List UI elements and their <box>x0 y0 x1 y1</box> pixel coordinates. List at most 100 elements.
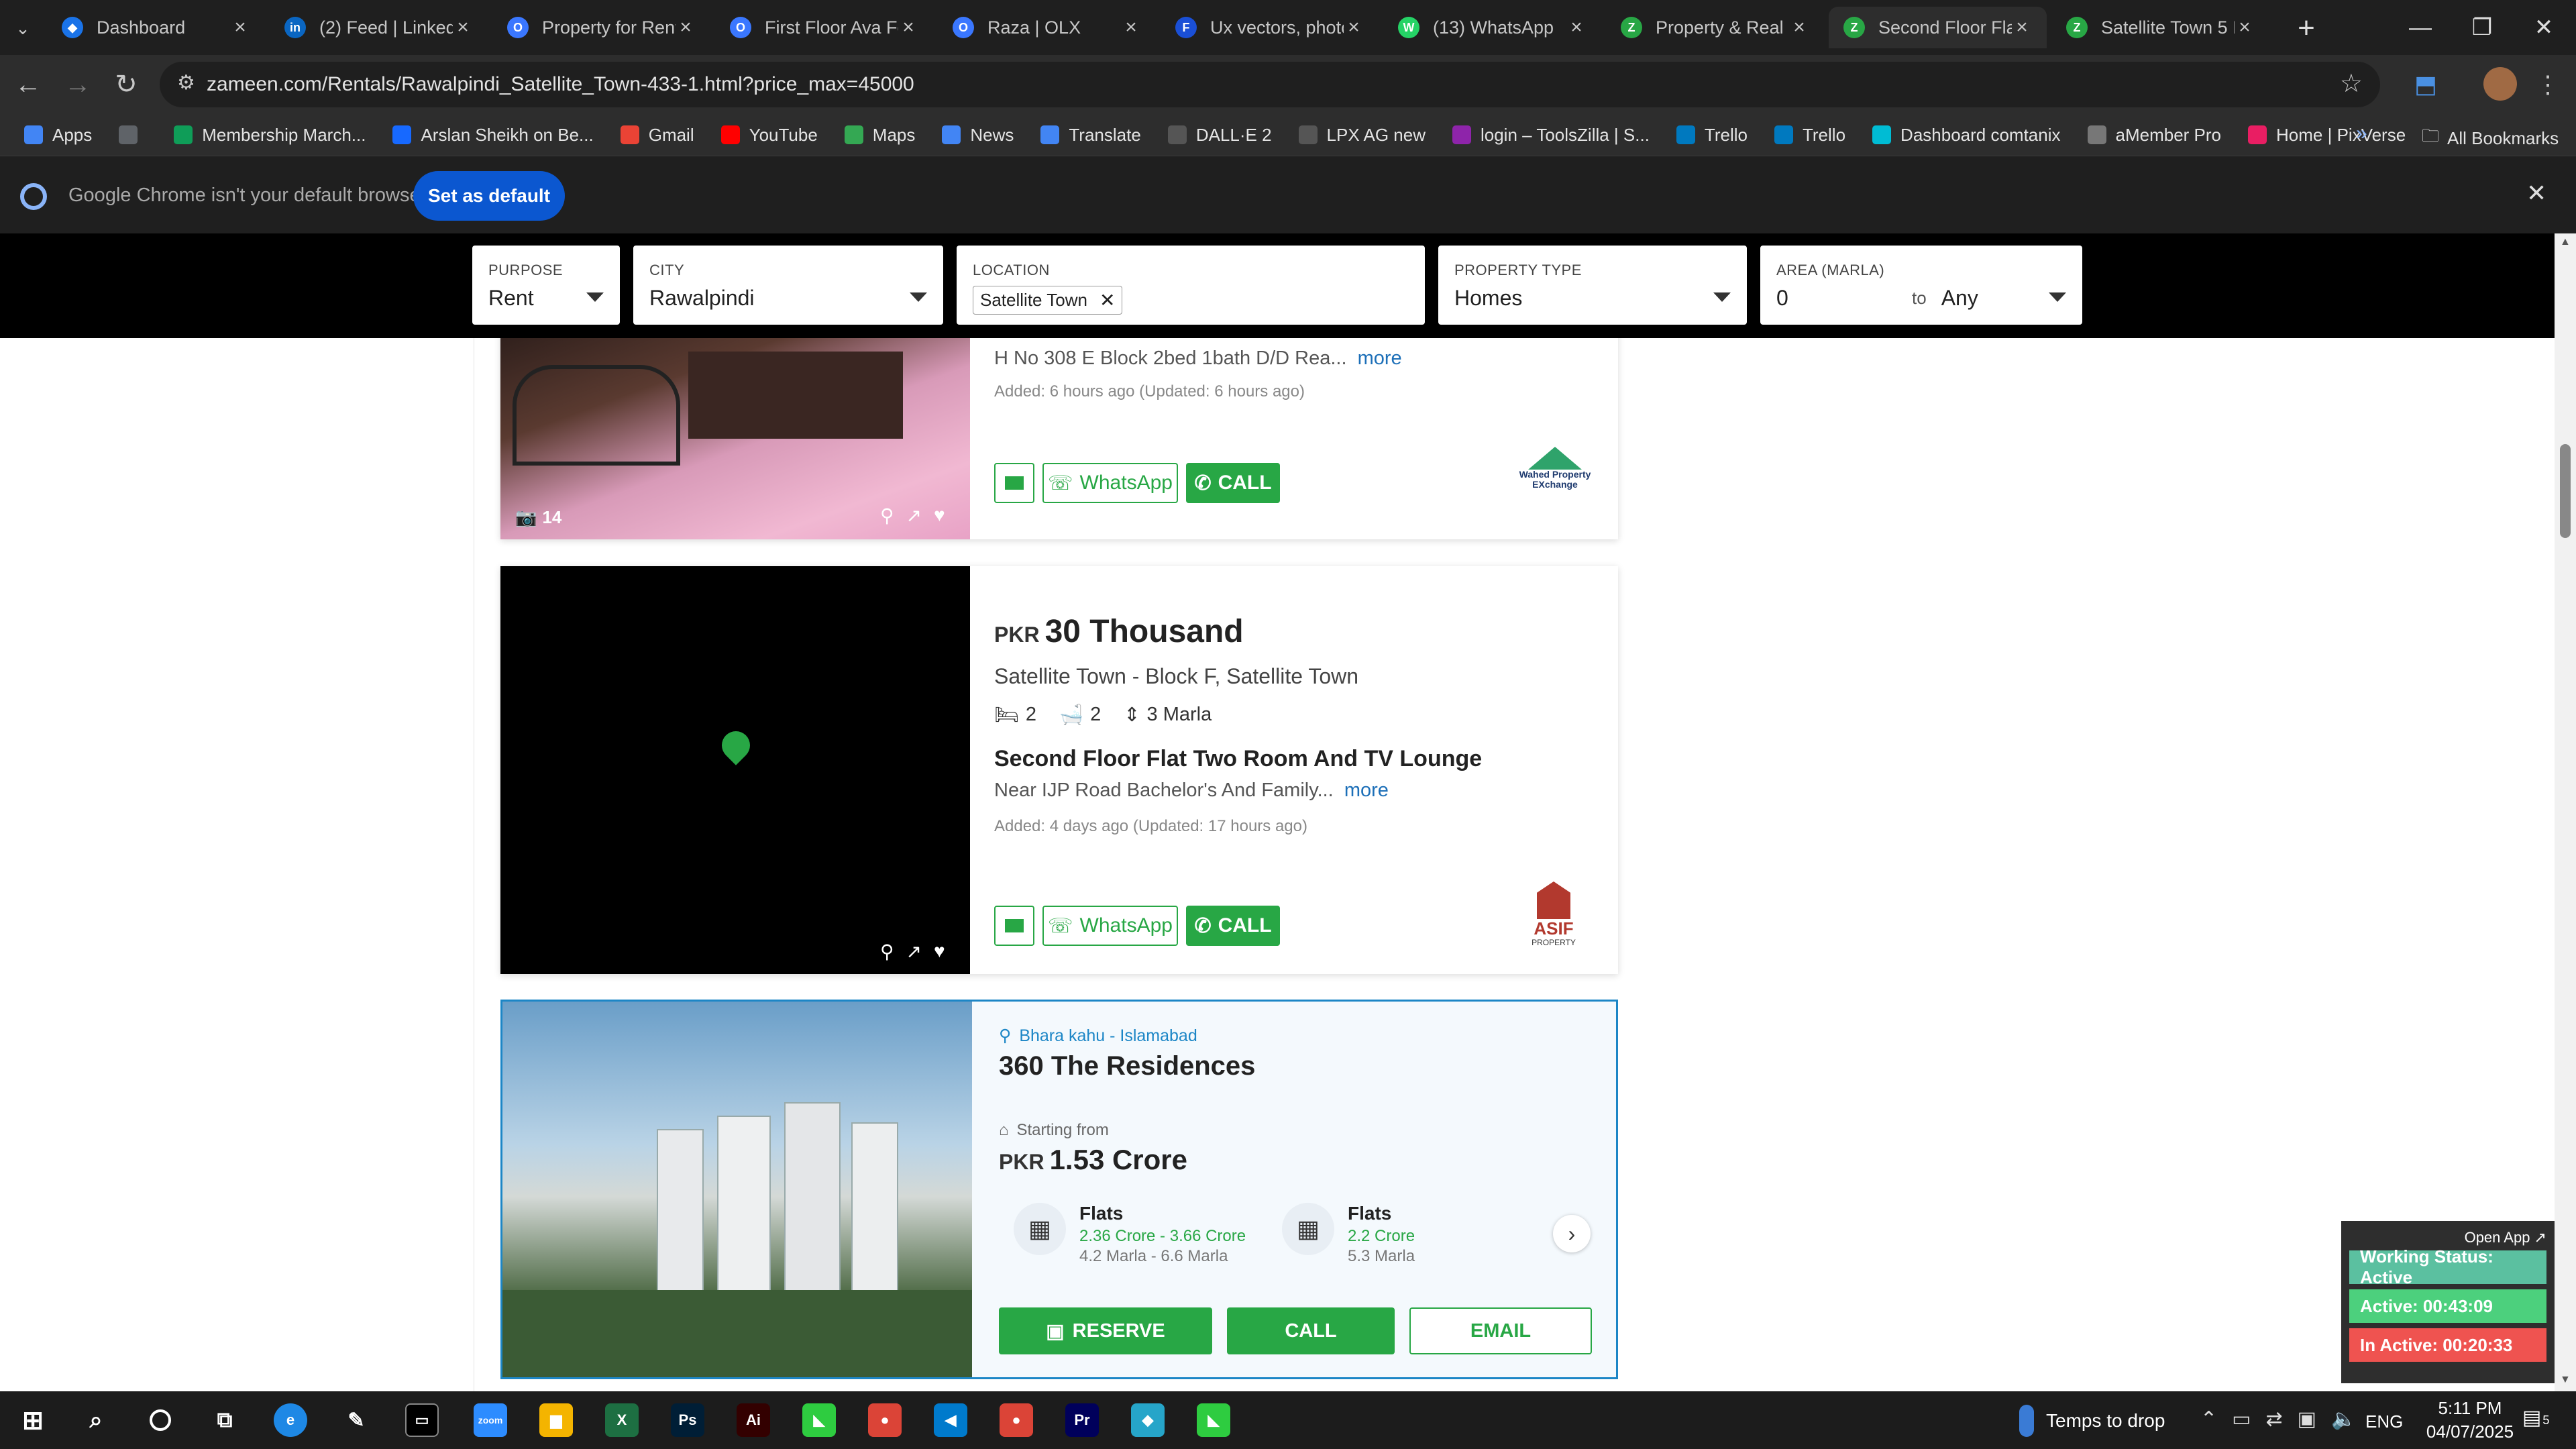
tab-close-icon[interactable]: × <box>1121 16 1141 39</box>
browser-tab[interactable]: O Property for Rent × <box>492 7 710 48</box>
tray-icons[interactable]: ⌃ ▭ ⇄ ▣ 🔈 <box>2200 1407 2356 1431</box>
task-view-icon[interactable]: ⧉ <box>208 1403 241 1437</box>
bookmark-item[interactable]: aMember Pro <box>2087 125 2221 146</box>
browser-tab[interactable]: Z Property & Real E × <box>1606 7 1824 48</box>
listing-photo[interactable] <box>500 566 970 974</box>
bookmark-item[interactable]: login – ToolsZilla | S... <box>1452 125 1650 146</box>
tab-close-icon[interactable]: × <box>898 16 918 39</box>
next-units-button[interactable]: › <box>1553 1215 1591 1252</box>
area-max-select[interactable]: Any <box>1941 286 1978 311</box>
photoshop-icon[interactable]: Ps <box>671 1403 704 1437</box>
set-default-button[interactable]: Set as default <box>413 171 565 221</box>
illustrator-icon[interactable]: Ai <box>737 1403 770 1437</box>
tab-close-icon[interactable]: × <box>1344 16 1364 39</box>
listing-title[interactable]: Second Floor Flat Two Room And TV Lounge <box>994 746 1482 772</box>
bookmark-item[interactable] <box>119 125 147 144</box>
property-type-select[interactable]: PROPERTY TYPE Homes <box>1438 246 1747 325</box>
more-link[interactable]: more <box>1358 347 1402 369</box>
unit-type[interactable]: ▦ Flats 2.2 Crore 5.3 Marla <box>1282 1203 1415 1266</box>
new-tab-button[interactable]: + <box>2288 9 2325 47</box>
notifications-icon[interactable]: ▤ 5 <box>2522 1406 2549 1430</box>
project-card[interactable]: ⚲ Bhara kahu - Islamabad 360 The Residen… <box>500 1000 1618 1379</box>
scroll-up-icon[interactable]: ▲ <box>2560 236 2571 248</box>
language-indicator[interactable]: ENG <box>2365 1411 2403 1432</box>
heart-icon[interactable]: ♥ <box>934 941 945 963</box>
bookmark-star-icon[interactable]: ☆ <box>2340 68 2363 99</box>
share-icon[interactable]: ↗ <box>906 504 922 527</box>
premiere-icon[interactable]: Pr <box>1065 1403 1099 1437</box>
tab-close-icon[interactable]: × <box>230 16 250 39</box>
site-info-icon[interactable]: ⚙ <box>177 71 195 95</box>
call-button[interactable]: ✆ CALL <box>1186 463 1280 503</box>
listing-card[interactable]: ⚲ ↗ ♥ PKR 30 Thousand Satellite Town - Bl… <box>500 566 1618 974</box>
location-input[interactable]: LOCATION Satellite Town ✕ <box>957 246 1425 325</box>
extensions-icon[interactable]: ⬒ <box>2407 66 2445 103</box>
project-name[interactable]: 360 The Residences <box>999 1051 1255 1081</box>
tab-close-icon[interactable]: × <box>453 16 473 39</box>
profile-avatar[interactable] <box>2483 67 2517 101</box>
browser-tab[interactable]: F Ux vectors, photo × <box>1161 7 1379 48</box>
browser-tab[interactable]: O Raza | OLX × <box>938 7 1156 48</box>
close-window-button[interactable]: ✕ <box>2513 0 2575 55</box>
bookmark-item[interactable]: LPX AG new <box>1298 125 1426 146</box>
email-button[interactable] <box>994 906 1034 946</box>
tab-close-icon[interactable]: × <box>1566 16 1587 39</box>
remove-chip-icon[interactable]: ✕ <box>1099 289 1115 311</box>
scroll-thumb[interactable] <box>2560 444 2571 538</box>
city-select[interactable]: CITY Rawalpindi <box>633 246 943 325</box>
clock[interactable]: 5:11 PM 04/07/2025 <box>2423 1398 2517 1442</box>
restore-button[interactable]: ❐ <box>2451 0 2513 55</box>
bookmark-item[interactable]: Dashboard comtanix <box>1872 125 2061 146</box>
tab-close-icon[interactable]: × <box>2012 16 2032 39</box>
more-bookmarks-icon[interactable]: » <box>2356 122 2367 145</box>
area-min-input[interactable]: 0 <box>1776 286 1897 311</box>
bookmark-item[interactable]: YouTube <box>720 125 818 146</box>
app-blue-icon[interactable]: ◆ <box>1131 1403 1165 1437</box>
chrome-active-icon[interactable]: ● <box>1000 1403 1033 1437</box>
tab-search-icon[interactable]: ⌄ <box>9 15 36 42</box>
reload-icon[interactable]: ↻ <box>107 66 145 103</box>
project-photo[interactable] <box>502 1002 972 1377</box>
app-green-icon[interactable]: ◣ <box>802 1403 836 1437</box>
project-email-button[interactable]: EMAIL <box>1409 1307 1592 1354</box>
map-pin-icon[interactable]: ⚲ <box>880 504 894 527</box>
purpose-select[interactable]: PURPOSE Rent <box>472 246 620 325</box>
bookmark-item[interactable]: Translate <box>1040 125 1141 146</box>
address-bar[interactable]: ⚙ zameen.com/Rentals/Rawalpindi_Satellit… <box>160 62 2380 107</box>
tab-close-icon[interactable]: × <box>676 16 696 39</box>
share-icon[interactable]: ↗ <box>906 941 922 963</box>
search-icon[interactable]: ⌕ <box>79 1403 113 1437</box>
unit-type[interactable]: ▦ Flats 2.36 Crore - 3.66 Crore 4.2 Marl… <box>1014 1203 1246 1266</box>
bookmark-item[interactable]: Trello <box>1676 125 1748 146</box>
browser-tab[interactable]: Z Satellite Town 5 M × <box>2051 7 2269 48</box>
minimize-button[interactable]: — <box>2390 0 2451 55</box>
bookmark-item[interactable]: Arslan Sheikh on Be... <box>392 125 594 146</box>
area-range[interactable]: AREA (MARLA) 0 to Any <box>1760 246 2082 325</box>
tab-close-icon[interactable]: × <box>2235 16 2255 39</box>
vscode-icon[interactable]: ◀ <box>934 1403 967 1437</box>
chevron-up-icon[interactable]: ⌃ <box>2200 1407 2217 1431</box>
edge-icon[interactable]: e <box>274 1403 307 1437</box>
email-button[interactable] <box>994 463 1034 503</box>
browser-tab[interactable]: Z Second Floor Flat × <box>1829 7 2047 48</box>
bookmark-item[interactable]: Maps <box>844 125 915 146</box>
whatsapp-button[interactable]: ☏ WhatsApp <box>1042 906 1178 946</box>
bookmark-item[interactable]: Home | PixVerse <box>2248 125 2406 146</box>
scroll-down-icon[interactable]: ▼ <box>2560 1374 2571 1386</box>
volume-icon[interactable]: 🔈 <box>2331 1407 2356 1431</box>
cortana-icon[interactable] <box>144 1403 177 1437</box>
tab-close-icon[interactable]: × <box>1789 16 1809 39</box>
browser-tab[interactable]: ◆ Dashboard × <box>47 7 265 48</box>
meet-icon[interactable]: ▭ <box>2232 1407 2251 1431</box>
excel-icon[interactable]: X <box>605 1403 639 1437</box>
browser-tab[interactable]: O First Floor Ava For× <box>715 7 933 48</box>
start-icon[interactable]: ⊞ <box>16 1403 50 1437</box>
agency-logo[interactable]: ASIF PROPERTY <box>1521 881 1586 955</box>
agency-logo[interactable]: Wahed Property EXchange <box>1513 439 1597 498</box>
heart-icon[interactable]: ♥ <box>934 504 945 527</box>
menu-icon[interactable]: ⋮ <box>2529 66 2567 103</box>
bookmark-item[interactable]: Gmail <box>620 125 694 146</box>
bookmark-item[interactable]: Membership March... <box>174 125 366 146</box>
back-icon[interactable]: ← <box>9 66 47 103</box>
network-icon[interactable]: ▣ <box>2298 1407 2316 1431</box>
